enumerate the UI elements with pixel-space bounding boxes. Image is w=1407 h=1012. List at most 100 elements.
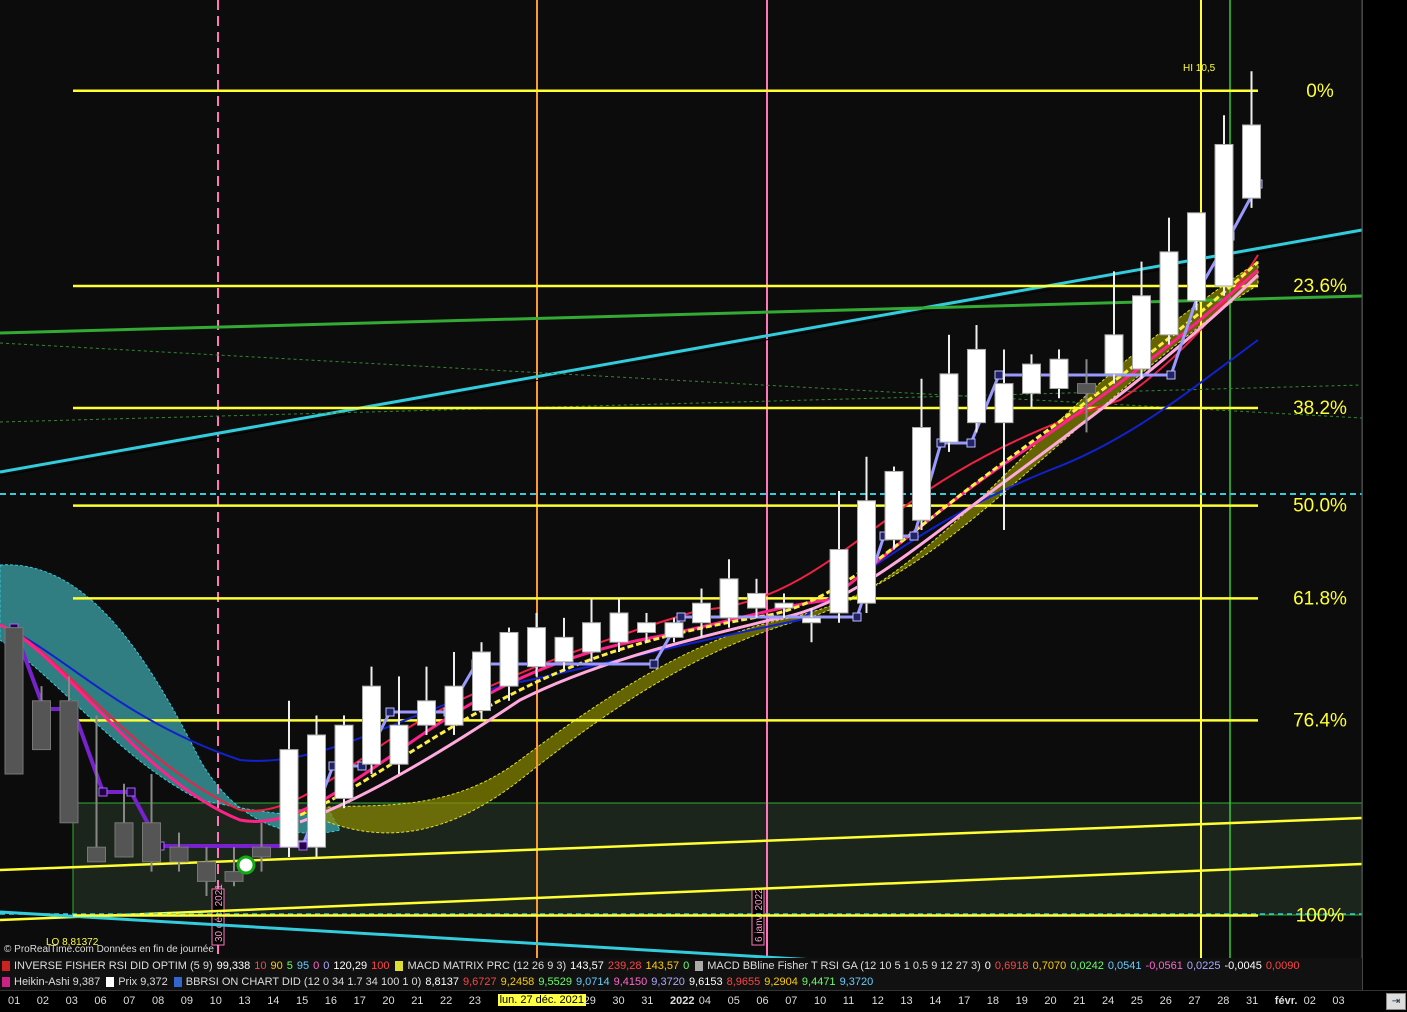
indicator-value: 0,0090 bbox=[1265, 960, 1300, 972]
indicator-value: 9,2904 bbox=[764, 976, 798, 988]
candle-body bbox=[774, 602, 794, 609]
indicator-value: 10 bbox=[254, 960, 267, 972]
indicator-value: 9,4471 bbox=[801, 976, 836, 988]
indicator-label[interactable]: MACD MATRIX PRC (12 26 9 3) bbox=[407, 960, 566, 972]
indicator-swatch bbox=[2, 977, 10, 988]
step-marker-12 bbox=[966, 438, 976, 448]
time-axis-label: 11 bbox=[842, 995, 855, 1007]
indicator-value: 120,29 bbox=[333, 960, 368, 972]
candle-body bbox=[32, 700, 51, 751]
time-axis-label: 24 bbox=[1102, 995, 1115, 1007]
indicator-value: 0 bbox=[683, 960, 690, 972]
fibo-label-2: 38.2% bbox=[1293, 398, 1347, 419]
candle-body bbox=[884, 470, 904, 541]
candle-body bbox=[1214, 143, 1234, 287]
time-axis-label: 08 bbox=[152, 995, 165, 1007]
time-axis[interactable]: 01 02 03 06 07 08 09 10 13 14 15 16 17 20 21 22 23 lun. 2… bbox=[0, 990, 1407, 1012]
indicator-value: 8,8137 bbox=[425, 976, 459, 988]
fibo-label-4: 61.8% bbox=[1293, 588, 1347, 609]
time-axis-label: 09 bbox=[180, 995, 194, 1007]
time-axis-label: lun. 27 déc. 2021 bbox=[497, 994, 586, 1006]
candle-body bbox=[609, 612, 629, 643]
step-marker-6 bbox=[649, 659, 659, 669]
candle-body bbox=[197, 861, 216, 882]
candle-body bbox=[939, 373, 959, 443]
vertical-date-label-1: 30 déc. 2021 bbox=[214, 884, 225, 942]
indicator-value: 239,28 bbox=[607, 960, 642, 972]
time-axis-label: 27 bbox=[1188, 995, 1201, 1007]
candle-body bbox=[747, 592, 766, 609]
indicator-label[interactable]: BBRSI ON CHART DID (12 0 34 1.7 34 100 1… bbox=[186, 976, 422, 988]
candle-body bbox=[444, 685, 464, 726]
time-axis-label: 12 bbox=[871, 995, 884, 1007]
candle-body bbox=[912, 427, 931, 521]
time-axis-label: 07 bbox=[785, 995, 798, 1007]
candle-body bbox=[499, 631, 519, 687]
time-axis-label: 13 bbox=[238, 995, 251, 1007]
time-axis-label: 21 bbox=[411, 995, 424, 1007]
time-axis-label: 2022 bbox=[670, 995, 695, 1007]
step-marker-10 bbox=[909, 531, 919, 541]
time-axis-label: 03 bbox=[65, 995, 78, 1007]
candle-body bbox=[967, 348, 986, 424]
time-axis-label: 06 bbox=[756, 995, 769, 1007]
candle-body bbox=[1242, 124, 1261, 199]
candle-body bbox=[362, 685, 381, 765]
candle-body bbox=[802, 617, 821, 624]
candle-body bbox=[1049, 358, 1069, 389]
indicator-label[interactable]: MACD BBline Fisher T RSI GA (12 10 5 1 0… bbox=[707, 960, 981, 972]
candle-body bbox=[719, 578, 739, 619]
candle-body bbox=[994, 383, 1014, 424]
indicator-label[interactable]: INVERSE FISHER RSI DID OPTIM (5 9) bbox=[14, 960, 213, 972]
chart-area[interactable]: 30 déc. 20216 janv. 20220%23.6%38.2%50.0… bbox=[0, 0, 1407, 1011]
indicator-legend-bar: INVERSE FISHER RSI DID OPTIM (5 9) 99,338… bbox=[0, 958, 1362, 990]
indicator-swatch bbox=[173, 977, 182, 988]
indicator-label[interactable]: Prix 9,372 bbox=[118, 976, 168, 988]
indicator-value: 95 bbox=[296, 960, 310, 972]
indicator-value: 0,0242 bbox=[1070, 960, 1104, 972]
time-axis-label: févr. bbox=[1274, 995, 1298, 1007]
candle-body bbox=[1132, 295, 1151, 370]
candle-body bbox=[582, 622, 601, 653]
candle-body bbox=[1187, 212, 1206, 302]
time-axis-label: 10 bbox=[209, 995, 222, 1007]
step-purple-marker-6 bbox=[298, 841, 308, 851]
candle-body bbox=[664, 622, 684, 638]
candle-body bbox=[417, 700, 436, 726]
time-axis-label: 25 bbox=[1130, 995, 1144, 1007]
candle-body bbox=[279, 749, 299, 848]
candle-body bbox=[169, 846, 189, 863]
indicator-value: 0,7070 bbox=[1032, 960, 1067, 972]
time-axis-label: 14 bbox=[929, 995, 942, 1007]
scroll-right-icon[interactable]: ⇥ bbox=[1386, 993, 1406, 1010]
time-axis-label: 26 bbox=[1159, 995, 1172, 1007]
candle-12 bbox=[334, 715, 354, 809]
time-axis-label: 20 bbox=[1044, 995, 1057, 1007]
step-marker-3 bbox=[385, 707, 395, 717]
candle-body bbox=[637, 622, 656, 633]
time-axis-label: 23 bbox=[468, 995, 482, 1007]
time-axis-label: 17 bbox=[353, 995, 366, 1007]
time-axis-label: 16 bbox=[324, 995, 338, 1007]
step-marker-8 bbox=[852, 612, 862, 622]
candle-body bbox=[334, 724, 354, 799]
candle-body bbox=[527, 627, 546, 668]
step-marker-14 bbox=[1166, 370, 1176, 380]
time-axis-label: 31 bbox=[641, 995, 654, 1007]
candle-body bbox=[829, 549, 849, 614]
price-chart[interactable]: 30 déc. 20216 janv. 20220%23.6%38.2%50.0… bbox=[0, 0, 1407, 990]
indicator-label[interactable]: Heikin-Ashi 9,387 bbox=[14, 976, 100, 988]
time-axis-label: 15 bbox=[296, 995, 309, 1007]
time-axis-label: 22 bbox=[440, 995, 453, 1007]
price-axis-strip bbox=[1362, 0, 1407, 990]
candle-32 bbox=[884, 466, 904, 550]
candle-body bbox=[389, 724, 409, 765]
indicator-value: 0 bbox=[323, 960, 330, 972]
candle-body bbox=[692, 602, 711, 624]
candle-body bbox=[114, 822, 134, 858]
indicator-value: 5 bbox=[286, 960, 293, 972]
candle-body bbox=[224, 871, 244, 882]
time-axis-label: 13 bbox=[900, 995, 913, 1007]
indicator-swatch bbox=[2, 961, 10, 972]
step-purple-marker-4 bbox=[126, 787, 136, 797]
